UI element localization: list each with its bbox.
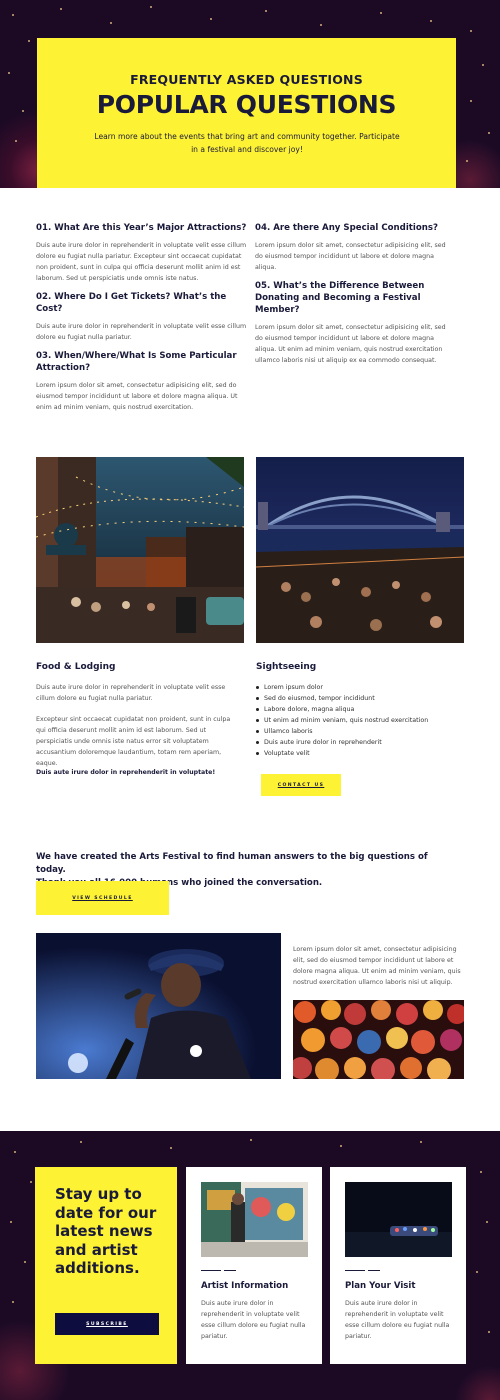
performer-text: Lorem ipsum dolor sit amet, consectetur … bbox=[293, 946, 461, 986]
lanterns-photo bbox=[293, 1000, 464, 1079]
singer-photo bbox=[36, 933, 281, 1079]
food-paragraph-1: Duis aute irure dolor in reprehenderit i… bbox=[36, 684, 226, 702]
divider bbox=[368, 1270, 380, 1271]
sightseeing-heading: Sightseeing bbox=[256, 662, 317, 672]
faq-question[interactable]: 04. Are there Any Special Conditions? bbox=[255, 222, 455, 234]
list-item: Duis aute irure dolor in reprehenderit bbox=[256, 737, 461, 748]
subscribe-card: Stay up to date for our latest news and … bbox=[35, 1167, 177, 1364]
list-item: Ullamco laboris bbox=[256, 726, 461, 737]
food-paragraph-2: Excepteur sint occaecat cupidatat non pr… bbox=[36, 716, 231, 767]
plan-visit-image bbox=[345, 1182, 452, 1257]
list-item: Labore dolore, magna aliqua bbox=[256, 704, 461, 715]
view-schedule-button[interactable]: VIEW SCHEDULE bbox=[36, 881, 169, 915]
artist-info-card[interactable]: Artist Information Duis aute irure dolor… bbox=[186, 1167, 322, 1364]
card-title[interactable]: Plan Your Visit bbox=[345, 1281, 415, 1291]
plan-visit-card[interactable]: Plan Your Visit Duis aute irure dolor in… bbox=[330, 1167, 466, 1364]
subscribe-button[interactable]: SUBSCRIBE bbox=[55, 1313, 159, 1335]
list-item: Voluptate velit bbox=[256, 748, 461, 759]
hero-subtitle: Learn more about the events that bring a… bbox=[94, 132, 400, 154]
faq-answer: Duis aute irure dolor in reprehenderit i… bbox=[36, 323, 247, 341]
statement-line-1: We have created the Arts Festival to fin… bbox=[36, 852, 428, 875]
hero-card: FREQUENTLY ASKED QUESTIONS POPULAR QUEST… bbox=[37, 38, 456, 188]
faq-question[interactable]: 05. What’s the Difference Between Donati… bbox=[255, 280, 455, 316]
card-title[interactable]: Artist Information bbox=[201, 1281, 288, 1291]
list-item: Sed do eiusmod, tempor incididunt bbox=[256, 693, 461, 704]
faq-left-column: 01. What Are this Year’s Major Attractio… bbox=[36, 222, 249, 420]
street-cafe-photo bbox=[36, 457, 244, 643]
faq-question[interactable]: 02. Where Do I Get Tickets? What’s the C… bbox=[36, 291, 249, 315]
contact-us-button[interactable]: CONTACT US bbox=[261, 774, 341, 796]
page-title: POPULAR QUESTIONS bbox=[96, 90, 397, 119]
divider bbox=[345, 1270, 365, 1271]
card-text: Duis aute irure dolor in reprehenderit i… bbox=[201, 1300, 306, 1340]
faq-question[interactable]: 03. When/Where/What Is Some Particular A… bbox=[36, 350, 249, 374]
faq-answer: Lorem ipsum dolor sit amet, consectetur … bbox=[36, 382, 238, 411]
faq-answer: Lorem ipsum dolor sit amet, consectetur … bbox=[255, 242, 446, 271]
hero-eyebrow: FREQUENTLY ASKED QUESTIONS bbox=[130, 72, 363, 87]
artist-info-image bbox=[201, 1182, 308, 1257]
harbour-bridge-photo bbox=[256, 457, 464, 643]
faq-answer: Duis aute irure dolor in reprehenderit i… bbox=[36, 242, 247, 282]
food-bold-note: Duis aute irure dolor in reprehenderit i… bbox=[36, 769, 216, 776]
subscribe-title: Stay up to date for our latest news and … bbox=[55, 1185, 157, 1277]
sightseeing-list: Lorem ipsum dolor Sed do eiusmod, tempor… bbox=[256, 682, 461, 759]
faq-right-column: 04. Are there Any Special Conditions? Lo… bbox=[255, 222, 455, 373]
list-item: Lorem ipsum dolor bbox=[256, 682, 461, 693]
divider bbox=[224, 1270, 236, 1271]
list-item: Ut enim ad minim veniam, quis nostrud ex… bbox=[256, 715, 461, 726]
faq-question[interactable]: 01. What Are this Year’s Major Attractio… bbox=[36, 222, 249, 234]
divider bbox=[201, 1270, 221, 1271]
card-text: Duis aute irure dolor in reprehenderit i… bbox=[345, 1300, 450, 1340]
faq-answer: Lorem ipsum dolor sit amet, consectetur … bbox=[255, 324, 446, 364]
food-lodging-heading: Food & Lodging bbox=[36, 662, 116, 672]
